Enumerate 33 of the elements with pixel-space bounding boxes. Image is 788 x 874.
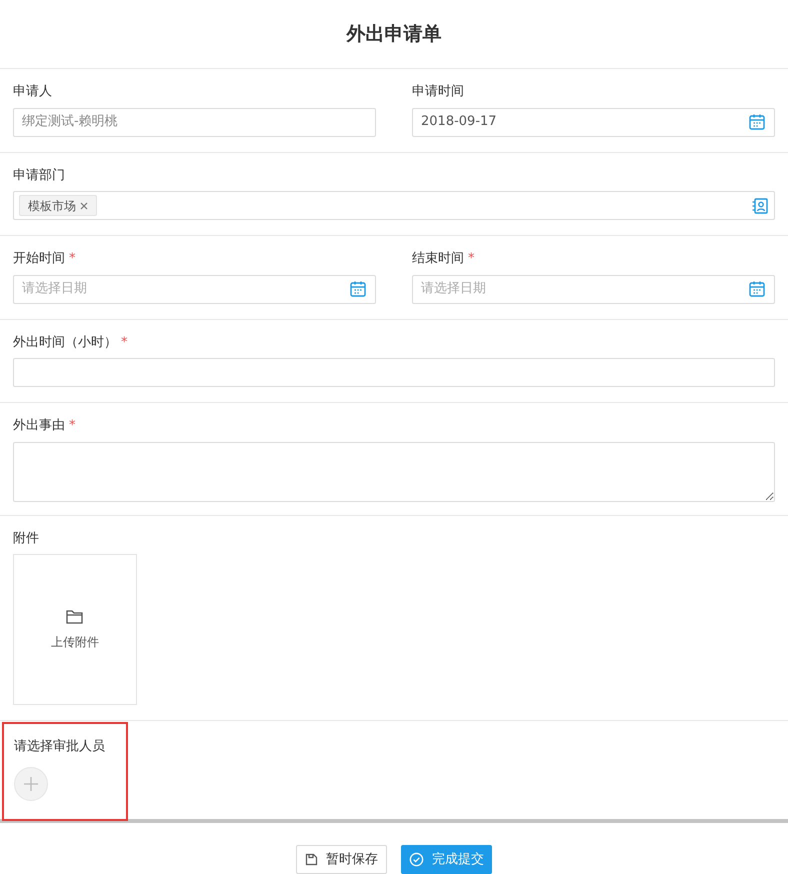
save-button[interactable]: 暂时保存 <box>296 845 387 874</box>
field-label: 申请人 <box>13 83 52 101</box>
upload-button[interactable]: 上传附件 <box>13 554 137 705</box>
required-mark: * <box>69 417 76 435</box>
required-mark: * <box>121 334 128 352</box>
text-field[interactable] <box>13 358 775 387</box>
submit-button[interactable]: 完成提交 <box>401 845 492 874</box>
folder-icon <box>65 608 85 624</box>
field-label: 结束时间 <box>412 250 464 268</box>
add-approver-button[interactable] <box>14 766 48 800</box>
date-field[interactable]: 2018-09-17 <box>412 108 775 136</box>
close-icon[interactable] <box>80 202 88 210</box>
required-mark: * <box>468 250 474 268</box>
field-label: 开始时间 <box>13 250 65 268</box>
date-field[interactable]: 请选择日期 <box>13 274 376 304</box>
field-label: 申请时间 <box>412 83 464 101</box>
save-icon <box>305 853 318 866</box>
date-field[interactable]: 请选择日期 <box>412 274 775 304</box>
field-label: 申请部门 <box>13 166 65 184</box>
calendar-icon <box>349 280 367 298</box>
tag-label: 模板市场 <box>28 198 76 214</box>
field-label: 外出事由 <box>13 417 65 435</box>
text-area[interactable] <box>13 442 775 502</box>
contact-card-icon[interactable] <box>751 196 769 214</box>
calendar-icon <box>748 113 766 131</box>
field-label: 外出时间（小时） <box>13 334 117 352</box>
form-title: 外出申请单 <box>346 22 442 47</box>
field-label: 附件 <box>13 530 39 548</box>
check-circle-icon <box>409 852 424 867</box>
plus-icon <box>23 776 39 792</box>
calendar-icon <box>748 280 766 298</box>
approver-label: 请选择审批人员 <box>14 738 106 756</box>
required-mark: * <box>69 250 76 268</box>
